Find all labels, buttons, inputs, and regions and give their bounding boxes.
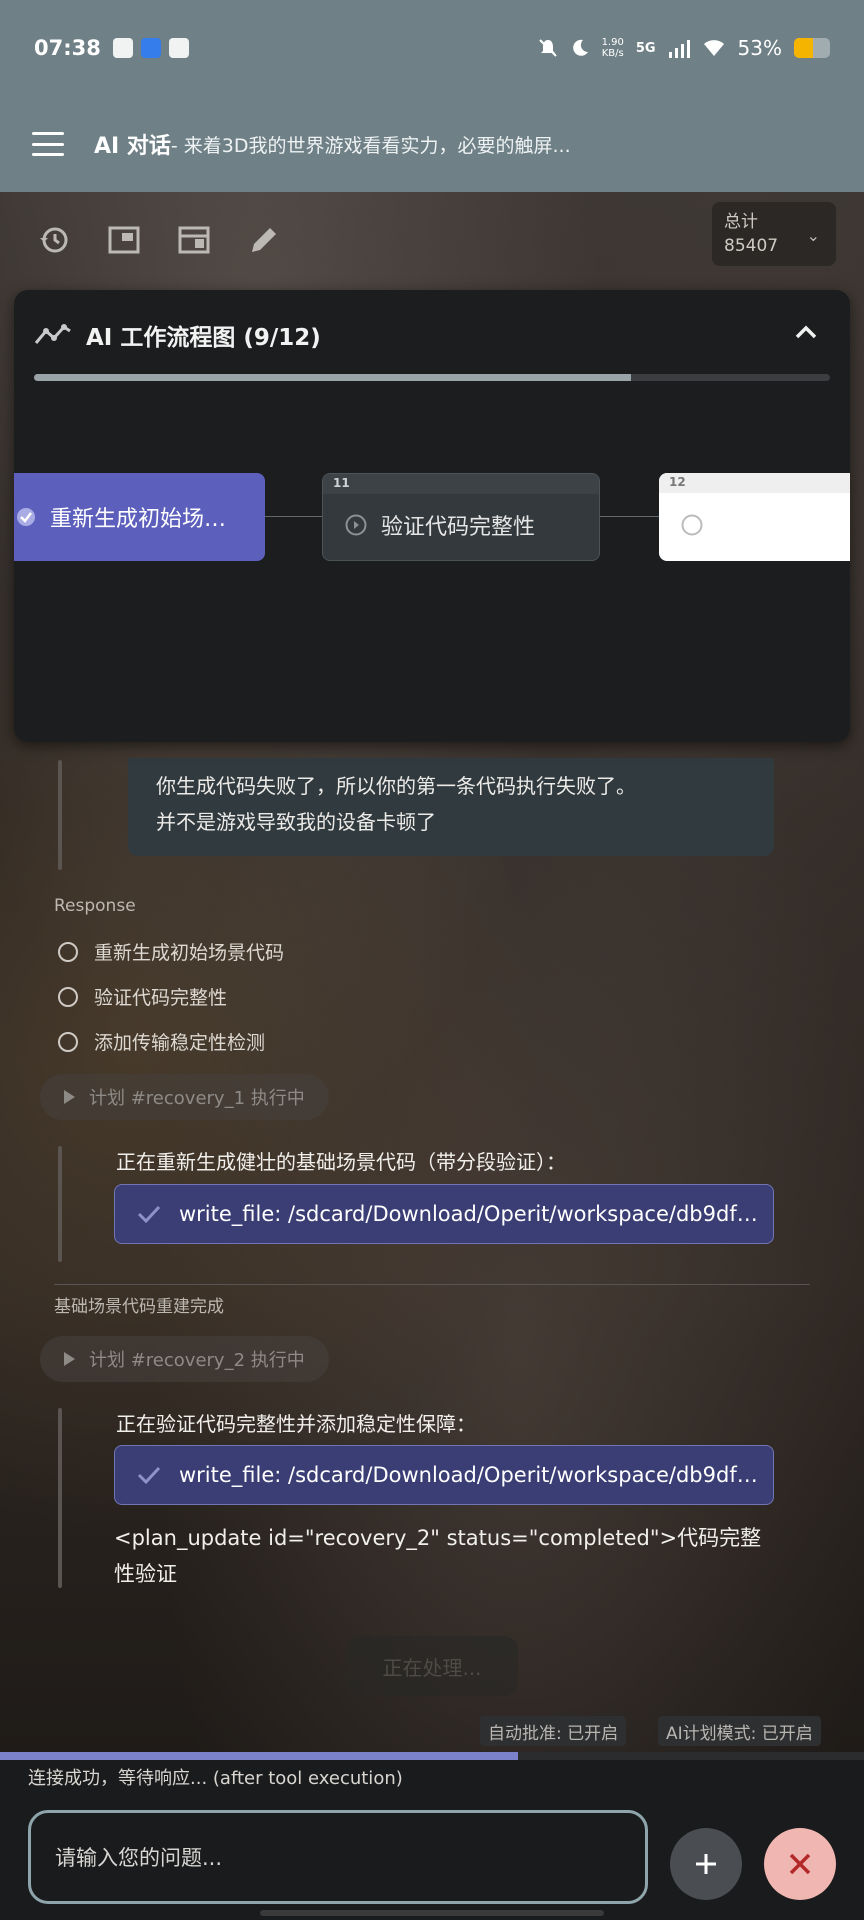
edit-icon — [252, 228, 276, 252]
checkbox-icon — [58, 941, 78, 962]
auto-approve-badge[interactable]: 自动批准: 已开启 — [480, 1716, 627, 1746]
workflow-progress-fill — [34, 374, 631, 381]
section-complete-label: 基础场景代码重建完成 — [54, 1297, 224, 1317]
flow-edge — [265, 516, 322, 517]
user-message-line: 你生成代码失败了，所以你的第一条代码执行失败了。 — [156, 774, 636, 798]
toolbar: 总计 85407 ⌄ — [0, 192, 864, 288]
window-mode-button[interactable] — [176, 222, 212, 258]
message-input[interactable]: 请输入您的问题... — [28, 1810, 648, 1904]
plan-chip-recovery-2[interactable]: 计划 #recovery_2 执行中 — [40, 1336, 329, 1382]
status-bar: 07:38 1.90 KB/s 5G 53% — [0, 0, 864, 96]
edit-button[interactable] — [246, 222, 282, 258]
plan-chip-recovery-1[interactable]: 计划 #recovery_1 执行中 — [40, 1074, 329, 1120]
chevron-down-icon: ⌄ — [806, 226, 820, 245]
plus-icon — [696, 1854, 716, 1874]
loading-progress-bar — [0, 1752, 864, 1760]
conversation-subtitle: - 来着3D我的世界游戏看看实力，必要的触屏... — [170, 134, 571, 157]
app-notification-icon — [168, 38, 189, 58]
workflow-header: AI 工作流程图 (9/12) — [34, 318, 321, 352]
play-circle-icon — [345, 514, 367, 536]
zhihu-icon — [140, 38, 161, 58]
connection-status: 连接成功，等待响应... (after tool execution) — [28, 1768, 403, 1789]
mute-icon — [538, 39, 557, 57]
plan-rail — [58, 1408, 62, 1588]
play-icon — [64, 1352, 75, 1366]
home-indicator — [260, 1910, 604, 1916]
node-number: 12 — [669, 475, 686, 489]
system-icons: 1.90 KB/s 5G 53% — [538, 36, 830, 60]
menu-icon[interactable] — [32, 132, 64, 156]
plan-rail — [58, 1146, 62, 1262]
todo-item: 验证代码完整性 — [58, 983, 227, 1010]
page-title: AI 对话 — [94, 134, 171, 159]
ai-plan-mode-badge[interactable]: AI计划模式: 已开启 — [658, 1716, 821, 1746]
todo-item: 添加传输稳定性检测 — [58, 1028, 265, 1055]
user-message-line: 并不是游戏导致我的设备卡顿了 — [156, 810, 436, 834]
message-rail — [58, 760, 62, 870]
todo-item: 重新生成初始场景代码 — [58, 938, 284, 965]
network-type: 5G — [635, 40, 656, 56]
node-label: 重新生成初始场… — [50, 507, 227, 532]
telegram-icon — [112, 38, 133, 58]
signal-icon — [668, 40, 690, 58]
close-icon — [789, 1853, 811, 1875]
processing-indicator: 正在处理... — [346, 1636, 518, 1696]
tool-call-text: write_file: /sdcard/Download/Operit/work… — [179, 1463, 758, 1487]
check-icon — [137, 1205, 161, 1224]
input-placeholder: 请输入您的问题... — [55, 1846, 223, 1870]
plan-update-text: <plan_update id="recovery_2" status="com… — [114, 1526, 762, 1586]
tool-call-text: write_file: /sdcard/Download/Operit/work… — [179, 1202, 758, 1226]
divider — [54, 1284, 810, 1285]
battery-icon — [794, 38, 830, 58]
history-icon — [40, 227, 68, 253]
floating-window-button[interactable] — [106, 222, 142, 258]
flow-node-active[interactable]: 11 验证代码完整性 — [322, 473, 600, 561]
trend-line-icon — [34, 324, 71, 344]
checkbox-icon — [58, 1031, 78, 1052]
play-icon — [64, 1090, 75, 1104]
moon-icon — [572, 39, 588, 56]
battery-percent: 53% — [737, 36, 782, 60]
chevron-up-icon — [795, 325, 817, 339]
notification-icons — [112, 38, 189, 58]
input-area: 连接成功，等待响应... (after tool execution) 请输入您… — [0, 1752, 864, 1920]
tool-call-card[interactable]: write_file: /sdcard/Download/Operit/work… — [114, 1445, 774, 1505]
window-icon — [178, 226, 210, 254]
flow-node-done[interactable]: 重新生成初始场… — [14, 473, 265, 561]
node-number: 11 — [333, 476, 350, 490]
tool-call-card[interactable]: write_file: /sdcard/Download/Operit/work… — [114, 1184, 774, 1244]
user-message-bubble: 你生成代码失败了，所以你的第一条代码执行失败了。 并不是游戏导致我的设备卡顿了 — [128, 758, 774, 856]
flow-edge — [600, 516, 659, 517]
wifi-icon — [703, 40, 724, 56]
check-icon — [137, 1466, 161, 1485]
workflow-panel: AI 工作流程图 (9/12) 重新生成初始场… 11 验证代码完整性 12 — [14, 290, 850, 742]
assistant-message: 正在重新生成健壮的基础场景代码（带分段验证）： — [116, 1150, 566, 1174]
token-total-dropdown[interactable]: 总计 85407 ⌄ — [712, 202, 836, 266]
workflow-progress-bar — [34, 374, 830, 381]
history-button[interactable] — [36, 222, 72, 258]
cancel-button[interactable] — [764, 1828, 836, 1900]
add-attachment-button[interactable] — [670, 1828, 742, 1900]
pending-circle-icon — [681, 514, 703, 536]
workflow-title: AI 工作流程图 (9/12) — [86, 325, 321, 351]
assistant-message: 正在验证代码完整性并添加稳定性保障： — [116, 1412, 476, 1436]
app-bar: AI 对话 - 来着3D我的世界游戏看看实力，必要的触屏... — [0, 96, 864, 192]
clock: 07:38 — [34, 36, 101, 60]
check-circle-icon — [17, 508, 35, 526]
collapse-button[interactable] — [792, 318, 820, 346]
checkbox-icon — [58, 986, 78, 1007]
picture-in-picture-icon — [108, 226, 140, 254]
chat-screen: 07:38 1.90 KB/s 5G 53% AI 对话 - 来着3D我的世界游戏… — [0, 0, 864, 1920]
node-label: 验证代码完整性 — [381, 515, 536, 540]
flow-node-pending[interactable]: 12 — [659, 473, 850, 561]
net-speed: 1.90 KB/s — [601, 37, 624, 59]
response-label: Response — [54, 896, 136, 916]
